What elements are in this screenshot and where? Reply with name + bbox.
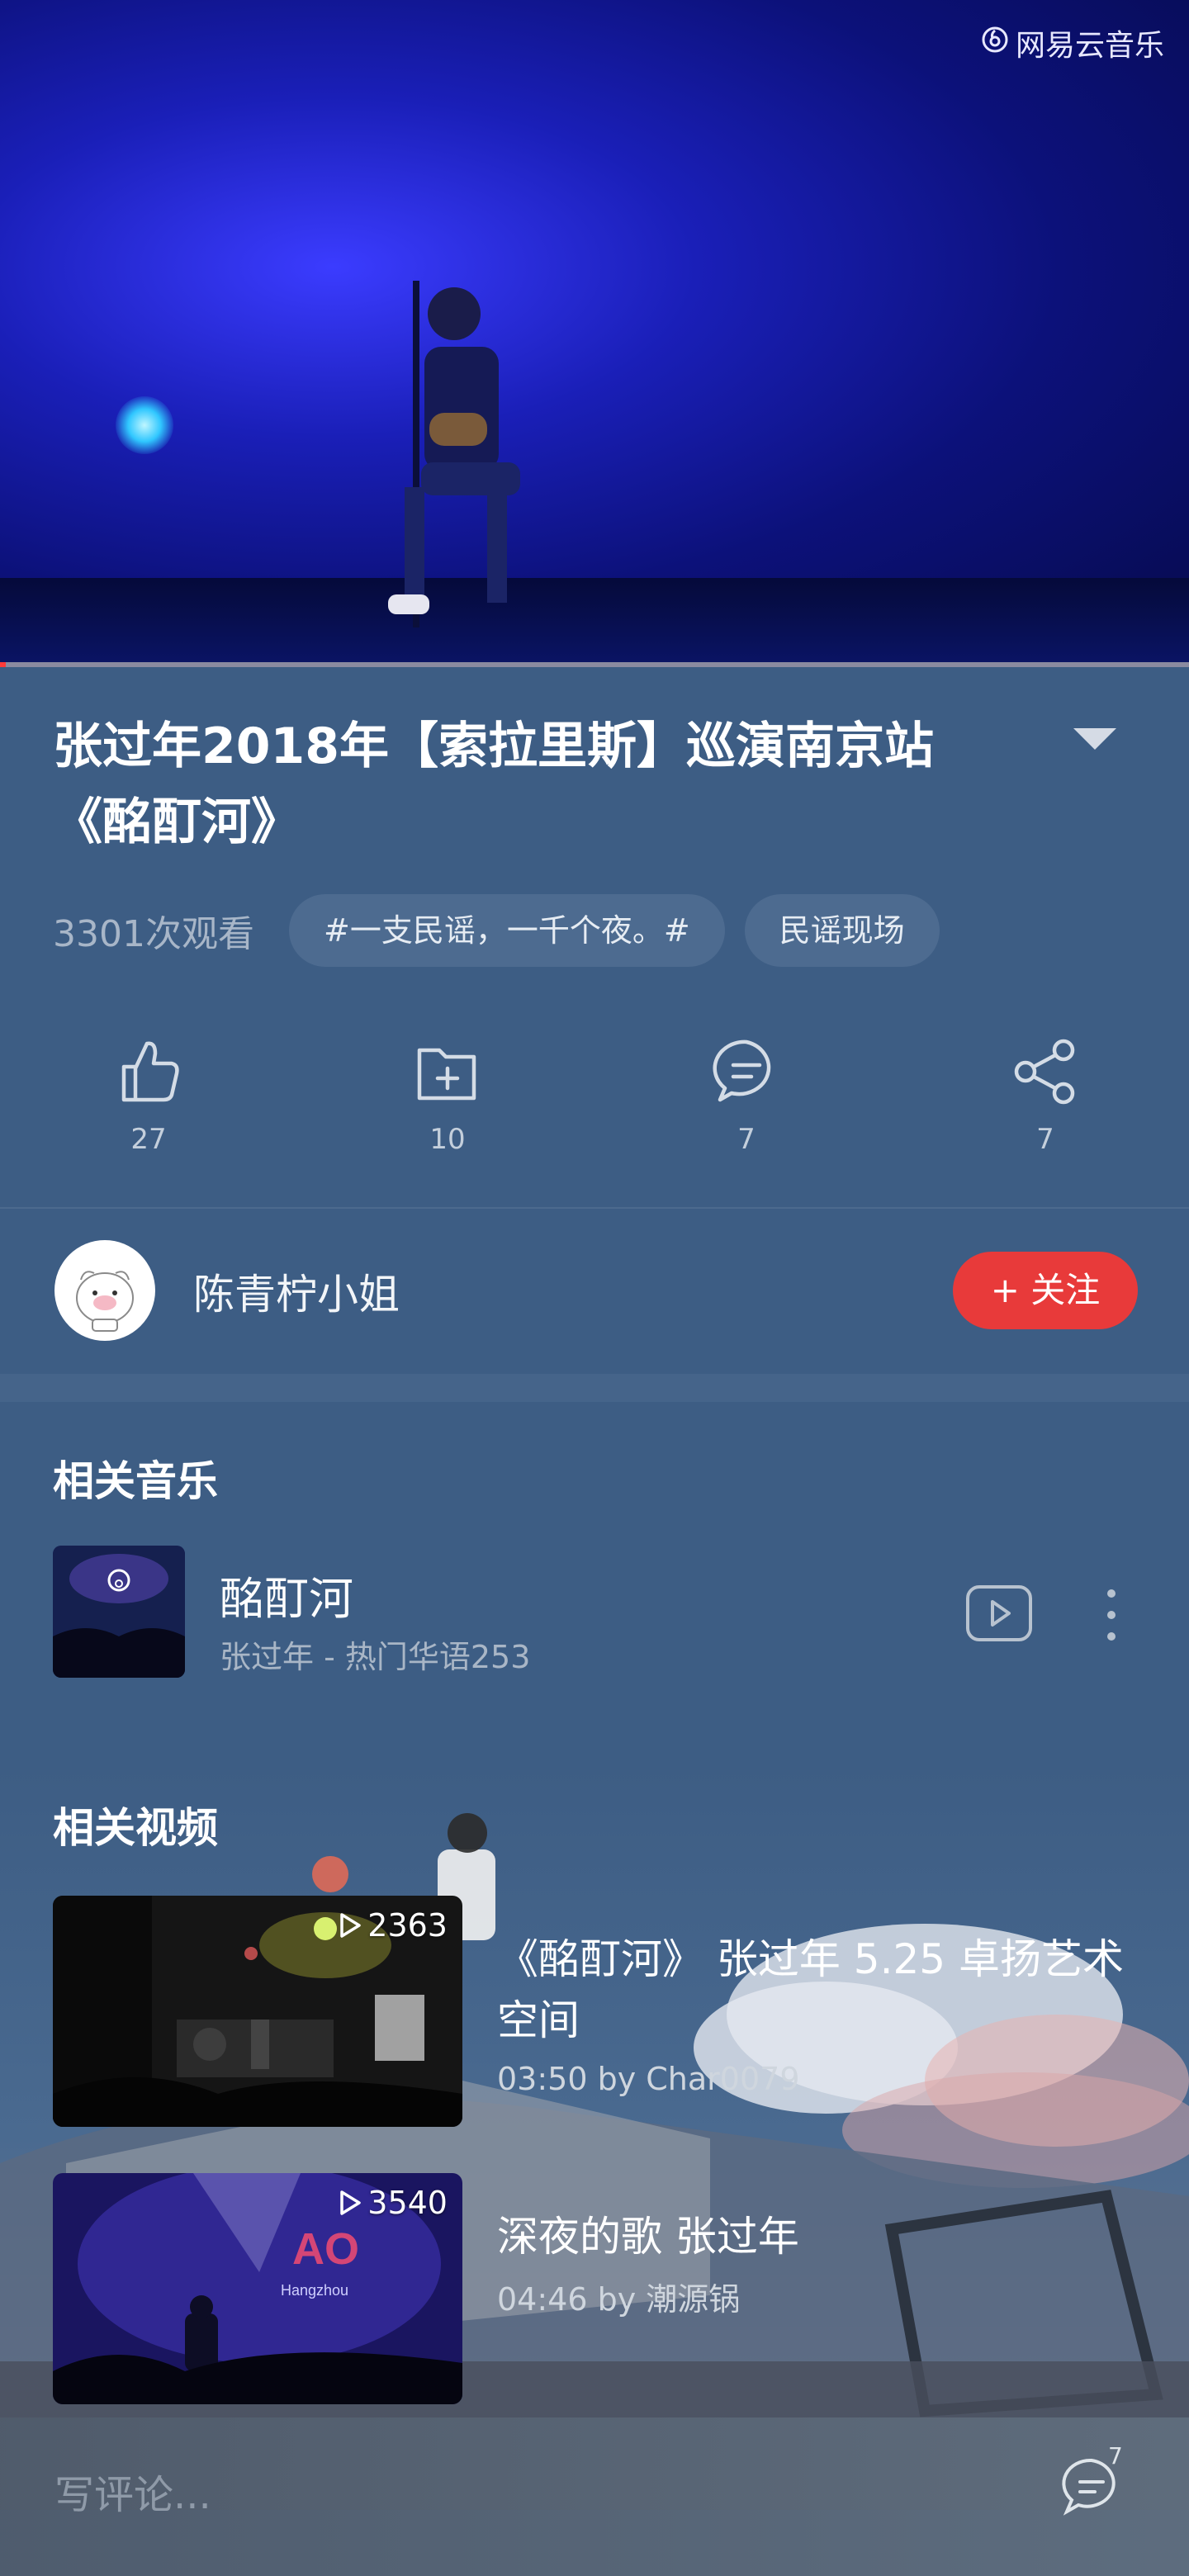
progress-bar[interactable] bbox=[0, 662, 1189, 667]
app-watermark: 网易云音乐 bbox=[981, 21, 1164, 64]
expand-toggle-icon[interactable] bbox=[1073, 728, 1116, 750]
related-video-item[interactable]: AO Hangzhou 3540 深夜的歌 张过年 04:46 by 潮源锅 bbox=[0, 2173, 1189, 2408]
like-button[interactable]: 27 bbox=[50, 1032, 248, 1156]
progress-fill bbox=[0, 662, 7, 667]
comment-bar: 写评论... 7 bbox=[0, 2417, 1189, 2576]
related-video-item[interactable]: 2363 《酩酊河》 张过年 5.25 卓扬艺术空间 03:50 by Char… bbox=[0, 1896, 1189, 2130]
share-button[interactable]: 7 bbox=[946, 1032, 1144, 1156]
video-player[interactable]: 网易云音乐 bbox=[0, 0, 1189, 667]
related-video-meta: 04:46 by 潮源锅 bbox=[497, 2281, 741, 2318]
svg-text:Hangzhou: Hangzhou bbox=[281, 2282, 348, 2299]
song-name: 酩酊河 bbox=[220, 1573, 353, 1625]
performer-figure bbox=[388, 281, 520, 627]
play-video-icon bbox=[966, 1585, 1032, 1641]
more-vertical-icon bbox=[1107, 1589, 1116, 1641]
more-options-button[interactable] bbox=[1106, 1589, 1116, 1645]
netease-music-icon bbox=[981, 26, 1009, 61]
related-music-heading: 相关音乐 bbox=[53, 1457, 218, 1505]
tag-topic[interactable]: #一支民谣，一千个夜。# bbox=[288, 894, 725, 967]
comment-count: 7 bbox=[737, 1123, 756, 1156]
comment-button[interactable]: 7 bbox=[647, 1032, 846, 1156]
play-count-value: 2363 bbox=[367, 1907, 448, 1944]
share-count: 7 bbox=[1036, 1123, 1054, 1156]
related-song-item[interactable]: 酩酊河 张过年 - 热门华语253 bbox=[0, 1546, 1189, 1678]
avatar[interactable] bbox=[54, 1240, 155, 1341]
play-count: 3540 bbox=[338, 2185, 448, 2221]
related-video-meta: 03:50 by Char0079 bbox=[497, 2061, 800, 2097]
video-thumbnail: 2363 bbox=[53, 1896, 462, 2127]
follow-button[interactable]: + 关注 bbox=[953, 1252, 1138, 1329]
stage-floor bbox=[0, 578, 1189, 667]
collect-count: 10 bbox=[429, 1123, 466, 1156]
related-video-title: 深夜的歌 张过年 bbox=[497, 2213, 799, 2261]
section-separator bbox=[0, 1374, 1189, 1402]
uploader-row[interactable]: 陈青柠小姐 + 关注 bbox=[0, 1209, 1189, 1374]
comment-count-badge: 7 bbox=[1108, 2442, 1123, 2469]
collect-button[interactable]: 10 bbox=[348, 1032, 547, 1156]
related-videos-heading: 相关视频 bbox=[53, 1804, 218, 1852]
thumbs-up-icon bbox=[121, 1041, 179, 1102]
add-folder-icon bbox=[417, 1048, 476, 1101]
play-count: 2363 bbox=[338, 1907, 448, 1944]
video-meta: 3301次观看 #一支民谣，一千个夜。# 民谣现场 bbox=[53, 893, 940, 968]
comment-icon bbox=[713, 1039, 771, 1102]
share-icon bbox=[1014, 1039, 1075, 1105]
song-subtitle: 张过年 - 热门华语253 bbox=[220, 1639, 531, 1675]
play-icon bbox=[340, 1913, 362, 1938]
view-count: 3301次观看 bbox=[53, 913, 254, 955]
tag-category[interactable]: 民谣现场 bbox=[744, 894, 940, 967]
related-video-title: 《酩酊河》 张过年 5.25 卓扬艺术空间 bbox=[497, 1935, 1125, 2044]
play-icon bbox=[340, 2190, 362, 2215]
uploader-name[interactable]: 陈青柠小姐 bbox=[193, 1262, 400, 1321]
action-bar: 27 10 7 7 bbox=[0, 1032, 1189, 1172]
song-cover bbox=[53, 1546, 185, 1678]
play-video-button[interactable] bbox=[964, 1584, 1034, 1646]
video-title: 张过年2018年【索拉里斯】巡演南京站《酩酊河》 bbox=[53, 717, 934, 851]
svg-text:AO: AO bbox=[292, 2224, 359, 2274]
stage-light bbox=[116, 396, 173, 454]
like-count: 27 bbox=[130, 1123, 167, 1156]
watermark-text: 网易云音乐 bbox=[1015, 29, 1164, 63]
video-thumbnail: AO Hangzhou 3540 bbox=[53, 2173, 462, 2404]
play-count-value: 3540 bbox=[367, 2185, 448, 2221]
comment-input[interactable]: 写评论... bbox=[54, 2462, 211, 2520]
